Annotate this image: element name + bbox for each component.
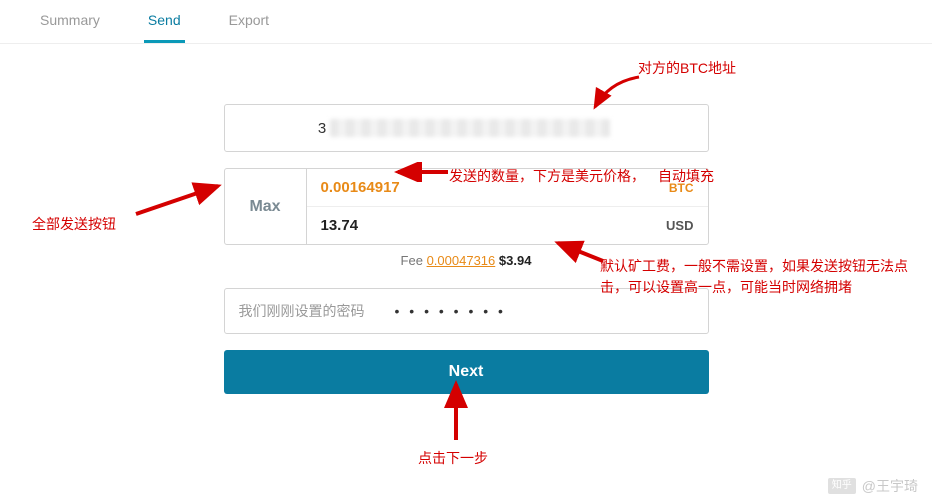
address-obscured xyxy=(330,119,610,137)
anno-next: 点击下一步 xyxy=(418,448,488,468)
amount-btc-input[interactable]: 0.00164917 BTC xyxy=(307,169,708,207)
zhihu-icon: 知乎 xyxy=(828,478,856,494)
password-note: 我们刚刚设置的密码 xyxy=(239,301,365,321)
arrow-to-max xyxy=(130,180,225,220)
anno-address: 对方的BTC地址 xyxy=(638,58,736,78)
address-input[interactable]: 3 xyxy=(224,104,709,152)
usd-currency-label: USD xyxy=(666,218,693,233)
usd-amount-value: 13.74 xyxy=(321,217,359,234)
password-input[interactable]: 我们刚刚设置的密码 • • • • • • • • xyxy=(224,288,709,334)
password-dots: • • • • • • • • xyxy=(395,303,506,319)
amount-row: Max 0.00164917 BTC 13.74 USD xyxy=(224,168,709,245)
tab-summary[interactable]: Summary xyxy=(36,12,104,43)
watermark-author: @王宇琦 xyxy=(862,476,918,496)
fee-line[interactable]: Fee 0.00047316 $3.94 xyxy=(224,253,709,268)
anno-max: 全部发送按钮 xyxy=(32,214,116,234)
max-button[interactable]: Max xyxy=(225,169,307,244)
tab-export[interactable]: Export xyxy=(225,12,273,43)
amount-stack: 0.00164917 BTC 13.74 USD xyxy=(307,169,708,244)
fee-usd: $3.94 xyxy=(499,253,532,268)
address-value: 3 xyxy=(318,119,614,137)
btc-currency-label: BTC xyxy=(669,181,694,195)
btc-amount-value: 0.00164917 xyxy=(321,179,400,196)
next-button[interactable]: Next xyxy=(224,350,709,394)
send-form: 3 Max 0.00164917 BTC 13.74 USD Fee 0.000… xyxy=(224,104,709,394)
fee-label: Fee xyxy=(401,253,423,268)
tabs-bar: Summary Send Export xyxy=(0,0,932,44)
tab-send[interactable]: Send xyxy=(144,12,185,43)
watermark: 知乎 @王宇琦 xyxy=(828,476,918,496)
fee-btc: 0.00047316 xyxy=(427,253,496,268)
amount-usd-display: 13.74 USD xyxy=(307,207,708,244)
